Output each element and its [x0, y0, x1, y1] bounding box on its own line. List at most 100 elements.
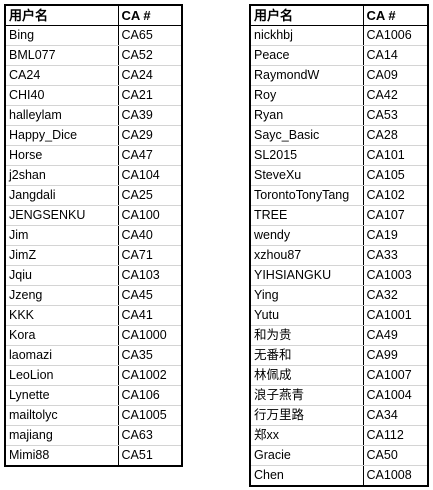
ca-number-cell[interactable]: CA28 [362, 125, 429, 146]
ca-number-cell[interactable]: CA34 [362, 405, 429, 426]
ca-number-cell[interactable]: CA65 [117, 25, 183, 46]
ca-number-cell[interactable]: CA106 [117, 385, 183, 406]
ca-number-cell[interactable]: CA33 [362, 245, 429, 266]
ca-number-cell[interactable]: CA51 [117, 445, 183, 467]
username-cell[interactable]: Yutu [249, 305, 364, 326]
username-cell[interactable]: 无番和 [249, 345, 364, 366]
ca-number-cell[interactable]: CA45 [117, 285, 183, 306]
ca-number-header[interactable]: CA # [362, 4, 429, 26]
ca-number-cell[interactable]: CA107 [362, 205, 429, 226]
username-cell[interactable]: TorontoTonyTang [249, 185, 364, 206]
ca-number-cell[interactable]: CA105 [362, 165, 429, 186]
ca-number-cell[interactable]: CA53 [362, 105, 429, 126]
ca-number-cell[interactable]: CA71 [117, 245, 183, 266]
username-cell[interactable]: YIHSIANGKU [249, 265, 364, 286]
ca-number-cell[interactable]: CA1003 [362, 265, 429, 286]
username-cell[interactable]: Bing [4, 25, 119, 46]
username-cell[interactable]: Ying [249, 285, 364, 306]
ca-number-cell[interactable]: CA47 [117, 145, 183, 166]
username-header[interactable]: 用户名 [4, 4, 119, 26]
ca-number-cell[interactable]: CA102 [362, 185, 429, 206]
username-cell[interactable]: RaymondW [249, 65, 364, 86]
ca-number-cell[interactable]: CA52 [117, 45, 183, 66]
username-cell[interactable]: Happy_Dice [4, 125, 119, 146]
ca-number-cell[interactable]: CA1005 [117, 405, 183, 426]
username-cell[interactable]: Jim [4, 225, 119, 246]
ca-number-cell[interactable]: CA101 [362, 145, 429, 166]
username-cell[interactable]: Gracie [249, 445, 364, 466]
username-cell[interactable]: CA24 [4, 65, 119, 86]
username-cell[interactable]: 浪子燕青 [249, 385, 364, 406]
ca-number-cell[interactable]: CA09 [362, 65, 429, 86]
ca-number-cell[interactable]: CA1002 [117, 365, 183, 386]
username-cell[interactable]: Horse [4, 145, 119, 166]
ca-number-cell[interactable]: CA40 [117, 225, 183, 246]
username-cell[interactable]: 和为贵 [249, 325, 364, 346]
table-row: TorontoTonyTang CA102 [249, 185, 429, 206]
username-header[interactable]: 用户名 [249, 4, 364, 26]
table-row: Horse CA47 [4, 145, 183, 166]
ca-number-cell[interactable]: CA41 [117, 305, 183, 326]
ca-number-cell[interactable]: CA99 [362, 345, 429, 366]
username-cell[interactable]: 郑xx [249, 425, 364, 446]
username-cell[interactable]: majiang [4, 425, 119, 446]
ca-number-cell[interactable]: CA39 [117, 105, 183, 126]
username-cell[interactable]: laomazi [4, 345, 119, 366]
table-row: 和为贵 CA49 [249, 325, 429, 346]
ca-number-cell[interactable]: CA1007 [362, 365, 429, 386]
ca-number-cell[interactable]: CA25 [117, 185, 183, 206]
ca-number-cell[interactable]: CA103 [117, 265, 183, 286]
username-cell[interactable]: Kora [4, 325, 119, 346]
username-cell[interactable]: wendy [249, 225, 364, 246]
username-cell[interactable]: Chen [249, 465, 364, 487]
ca-number-cell[interactable]: CA50 [362, 445, 429, 466]
table-row: Lynette CA106 [4, 385, 183, 406]
username-cell[interactable]: halleylam [4, 105, 119, 126]
username-cell[interactable]: Peace [249, 45, 364, 66]
ca-number-cell[interactable]: CA1004 [362, 385, 429, 406]
username-cell[interactable]: CHI40 [4, 85, 119, 106]
ca-number-cell[interactable]: CA42 [362, 85, 429, 106]
ca-number-cell[interactable]: CA100 [117, 205, 183, 226]
ca-number-cell[interactable]: CA29 [117, 125, 183, 146]
username-cell[interactable]: BML077 [4, 45, 119, 66]
ca-number-cell[interactable]: CA63 [117, 425, 183, 446]
username-cell[interactable]: xzhou87 [249, 245, 364, 266]
username-cell[interactable]: SL2015 [249, 145, 364, 166]
ca-number-cell[interactable]: CA1008 [362, 465, 429, 487]
username-cell[interactable]: JimZ [4, 245, 119, 266]
username-cell[interactable]: KKK [4, 305, 119, 326]
ca-number-header[interactable]: CA # [117, 4, 183, 26]
username-cell[interactable]: Roy [249, 85, 364, 106]
username-cell[interactable]: Lynette [4, 385, 119, 406]
ca-number-cell[interactable]: CA1000 [117, 325, 183, 346]
ca-number-cell[interactable]: CA32 [362, 285, 429, 306]
username-cell[interactable]: TREE [249, 205, 364, 226]
ca-number-cell[interactable]: CA14 [362, 45, 429, 66]
table-row: xzhou87 CA33 [249, 245, 429, 266]
username-cell[interactable]: Jzeng [4, 285, 119, 306]
username-cell[interactable]: j2shan [4, 165, 119, 186]
ca-number-cell[interactable]: CA21 [117, 85, 183, 106]
ca-number-cell[interactable]: CA1006 [362, 25, 429, 46]
username-cell[interactable]: SteveXu [249, 165, 364, 186]
username-cell[interactable]: Ryan [249, 105, 364, 126]
ca-number-cell[interactable]: CA104 [117, 165, 183, 186]
username-cell[interactable]: JENGSENKU [4, 205, 119, 226]
username-cell[interactable]: mailtolyc [4, 405, 119, 426]
ca-number-cell[interactable]: CA1001 [362, 305, 429, 326]
ca-number-cell[interactable]: CA19 [362, 225, 429, 246]
username-cell[interactable]: LeoLion [4, 365, 119, 386]
username-cell[interactable]: Jqiu [4, 265, 119, 286]
ca-number-cell[interactable]: CA112 [362, 425, 429, 446]
ca-number-cell[interactable]: CA49 [362, 325, 429, 346]
table-row: mailtolyc CA1005 [4, 405, 183, 426]
username-cell[interactable]: Mimi88 [4, 445, 119, 467]
username-cell[interactable]: 行万里路 [249, 405, 364, 426]
ca-number-cell[interactable]: CA35 [117, 345, 183, 366]
username-cell[interactable]: Sayc_Basic [249, 125, 364, 146]
username-cell[interactable]: Jangdali [4, 185, 119, 206]
username-cell[interactable]: nickhbj [249, 25, 364, 46]
ca-number-cell[interactable]: CA24 [117, 65, 183, 86]
username-cell[interactable]: 林佩成 [249, 365, 364, 386]
